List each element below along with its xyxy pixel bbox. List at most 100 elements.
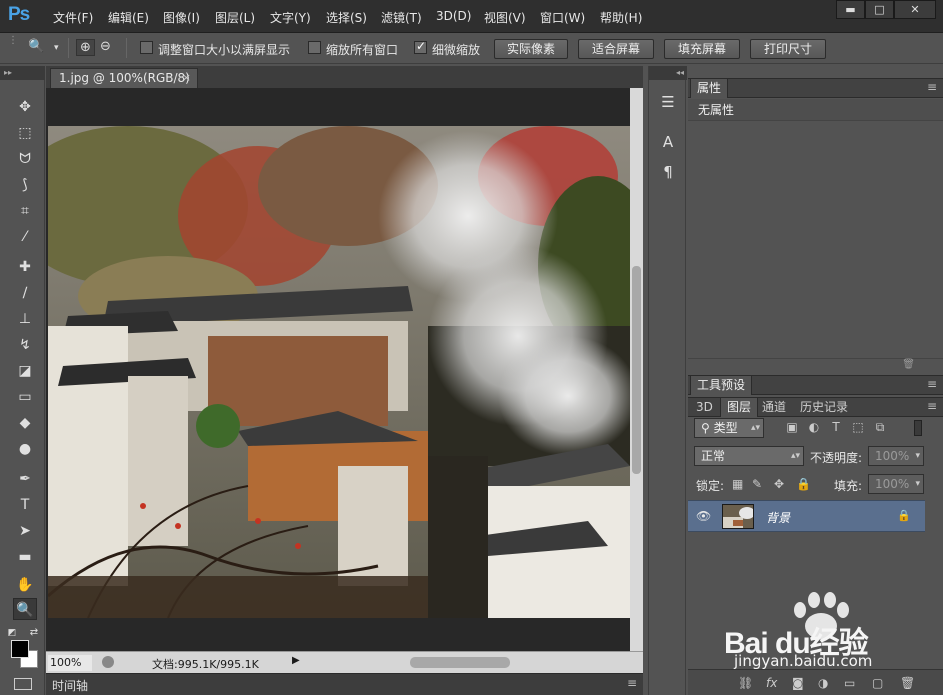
panel-menu-icon[interactable]: ≡ [927, 399, 937, 413]
fill-screen-button[interactable]: 填充屏幕 [664, 39, 740, 59]
marquee-tool-icon[interactable]: ⬚ [13, 122, 37, 144]
horizontal-scrollbar[interactable] [308, 655, 628, 670]
new-adjustment-layer-icon[interactable]: ◑ [818, 676, 828, 690]
new-layer-icon[interactable]: ▢ [872, 676, 883, 690]
pixel-filter-icon[interactable]: ▣ [784, 420, 800, 436]
zoom-tool-preset-icon[interactable]: 🔍 [28, 39, 44, 54]
panel-expand-icon[interactable]: ◂◂ [649, 66, 687, 80]
lock-transparency-icon[interactable]: ▦ [732, 477, 743, 491]
tab-layers[interactable]: 图层 [720, 398, 759, 417]
add-mask-icon[interactable]: ◙ [792, 676, 804, 690]
zoom-level-field[interactable]: 100% [48, 655, 92, 671]
move-tool-icon[interactable]: ✥ [13, 96, 37, 118]
menu-view[interactable]: 视图(V) [484, 9, 526, 26]
lock-all-icon[interactable]: 🔒 [796, 477, 811, 491]
quick-mask-icon[interactable] [14, 678, 32, 690]
pen-tool-icon[interactable]: ✒ [13, 468, 37, 490]
menu-3d[interactable]: 3D(D) [436, 9, 471, 23]
layer-style-icon[interactable]: fx [766, 676, 777, 690]
zoom-out-icon[interactable]: ⊖ [100, 39, 111, 54]
clone-stamp-tool-icon[interactable]: ⊥ [13, 308, 37, 330]
filter-toggle-switch[interactable] [914, 420, 922, 436]
zoom-all-windows-checkbox[interactable] [308, 41, 321, 54]
maximize-button[interactable]: □ [865, 0, 894, 19]
panel-menu-icon[interactable]: ≡ [927, 377, 937, 391]
fit-screen-button[interactable]: 适合屏幕 [578, 39, 654, 59]
timeline-tab[interactable]: 时间轴 [52, 677, 88, 694]
tab-tool-presets[interactable]: 工具预设 [690, 376, 753, 395]
healing-brush-tool-icon[interactable]: ✚ [13, 256, 37, 278]
menu-file[interactable]: 文件(F) [53, 9, 93, 26]
vertical-scroll-thumb[interactable] [632, 266, 641, 474]
shape-filter-icon[interactable]: ⬚ [850, 420, 866, 436]
lock-position-icon[interactable]: ✥ [774, 477, 784, 491]
menu-type[interactable]: 文字(Y) [270, 9, 311, 26]
menu-window[interactable]: 窗口(W) [540, 9, 585, 26]
print-size-button[interactable]: 打印尺寸 [750, 39, 826, 59]
trash-icon[interactable]: 🗑 [902, 359, 915, 370]
layer-filter-select[interactable]: ⚲ 类型 ▴▾ [694, 418, 764, 438]
adjustment-filter-icon[interactable]: ◐ [806, 420, 822, 436]
panel-menu-icon[interactable]: ≡ [927, 80, 937, 94]
history-brush-tool-icon[interactable]: ↯ [13, 334, 37, 356]
delete-layer-icon[interactable]: 🗑 [900, 676, 915, 690]
zoom-in-icon[interactable]: ⊕ [76, 39, 95, 56]
properties-panel-icon[interactable]: ☰ [658, 92, 678, 112]
brush-tool-icon[interactable]: ∕ [13, 282, 37, 304]
horizontal-scroll-thumb[interactable] [410, 657, 510, 668]
type-tool-icon[interactable]: T [13, 494, 37, 516]
menu-edit[interactable]: 编辑(E) [108, 9, 149, 26]
type-filter-icon[interactable]: T [828, 420, 844, 436]
lock-pixels-icon[interactable]: ✎ [752, 477, 762, 491]
blend-mode-select[interactable]: 正常 ▴▾ [694, 446, 804, 466]
status-menu-arrow-icon[interactable]: ▶ [292, 655, 300, 666]
character-panel-icon[interactable]: A [658, 132, 678, 152]
zoom-all-windows-label: 缩放所有窗口 [326, 43, 399, 57]
layer-row[interactable]: 👁 背景 🔒 [688, 500, 925, 532]
layer-name[interactable]: 背景 [766, 509, 790, 526]
fill-field[interactable]: 100% ▾ [868, 474, 924, 494]
resize-windows-checkbox[interactable] [140, 41, 153, 54]
menu-filter[interactable]: 滤镜(T) [381, 9, 422, 26]
menu-layer[interactable]: 图层(L) [215, 9, 255, 26]
menu-select[interactable]: 选择(S) [326, 9, 367, 26]
actual-pixels-button[interactable]: 实际像素 [494, 39, 568, 59]
paragraph-panel-icon[interactable]: ¶ [658, 162, 678, 182]
blur-tool-icon[interactable]: ◆ [13, 412, 37, 434]
menu-image[interactable]: 图像(I) [163, 9, 200, 26]
visibility-eye-icon[interactable]: 👁 [696, 509, 711, 523]
smart-object-filter-icon[interactable]: ⧉ [872, 420, 888, 436]
hand-tool-icon[interactable]: ✋ [13, 574, 37, 596]
opacity-field[interactable]: 100% ▾ [868, 446, 924, 466]
vertical-scrollbar[interactable] [630, 88, 643, 651]
foreground-color-swatch[interactable] [11, 640, 29, 658]
swap-colors-icon[interactable]: ⇄ [28, 622, 40, 644]
rectangle-tool-icon[interactable]: ▬ [13, 546, 37, 568]
quick-select-tool-icon[interactable]: ⟆ [13, 174, 37, 196]
eraser-tool-icon[interactable]: ◪ [13, 360, 37, 382]
document-image[interactable] [48, 126, 630, 618]
panel-collapse-icon[interactable]: ▸▸ [0, 66, 45, 80]
lasso-tool-icon[interactable]: ᗢ [13, 148, 37, 170]
eyedropper-tool-icon[interactable]: ⁄ [13, 226, 37, 248]
tab-properties[interactable]: 属性 [690, 79, 729, 98]
close-tab-icon[interactable]: × [182, 69, 191, 87]
close-button[interactable]: ✕ [894, 0, 936, 19]
path-select-tool-icon[interactable]: ➤ [13, 520, 37, 542]
tab-3d[interactable]: 3D [690, 398, 719, 417]
crop-tool-icon[interactable]: ⌗ [13, 200, 37, 222]
gradient-tool-icon[interactable]: ▭ [13, 386, 37, 408]
minimize-button[interactable]: ▬ [836, 0, 865, 19]
new-group-icon[interactable]: ▭ [844, 676, 855, 690]
chevron-down-icon[interactable]: ▾ [54, 43, 59, 53]
panel-menu-icon[interactable]: ≡ [627, 676, 637, 690]
document-tab[interactable]: 1.jpg @ 100%(RGB/8) × [50, 68, 198, 88]
menu-help[interactable]: 帮助(H) [600, 9, 642, 26]
scrubby-zoom-checkbox[interactable] [414, 39, 427, 54]
zoom-tool-icon[interactable]: 🔍 [13, 598, 37, 620]
link-layers-icon[interactable]: ⛓ [738, 676, 753, 690]
tab-history[interactable]: 历史记录 [794, 398, 854, 417]
tab-channels[interactable]: 通道 [756, 398, 792, 417]
status-info-icon[interactable] [102, 656, 114, 668]
dodge-tool-icon[interactable]: ● [13, 438, 37, 460]
